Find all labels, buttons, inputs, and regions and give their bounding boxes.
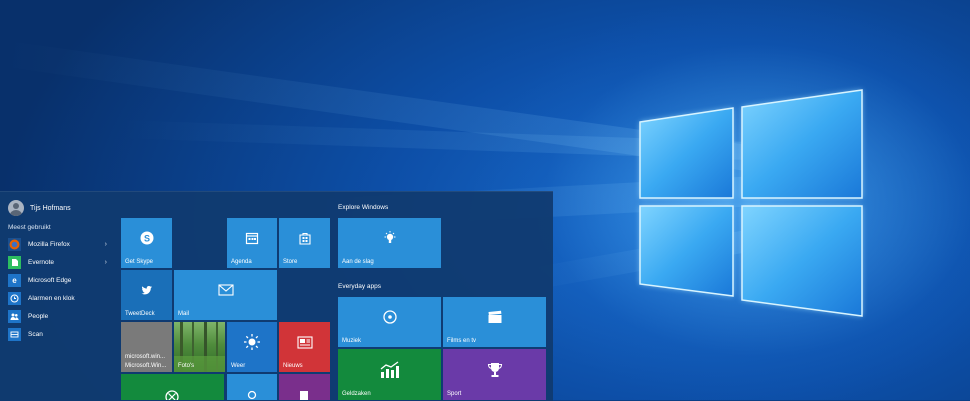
xbox-icon (165, 390, 179, 400)
tile-label: microsoft.win... (125, 354, 166, 360)
tile-weer[interactable]: Weer (227, 322, 277, 372)
people-icon (8, 309, 21, 323)
tile-label: Agenda (231, 259, 252, 265)
tile-aan-de-slag[interactable]: Aan de slag (338, 218, 441, 268)
sun-icon (227, 322, 277, 362)
music-disc-icon (338, 297, 441, 337)
tile-label: Get Skype (125, 259, 154, 265)
app-item-microsoft-edge[interactable]: e Microsoft Edge (8, 271, 113, 289)
svg-text:S: S (143, 234, 149, 244)
news-icon (279, 322, 330, 362)
tile-store[interactable]: Store (279, 218, 330, 268)
tile-tweetdeck[interactable]: TweetDeck (121, 270, 172, 320)
tile-mail[interactable]: Mail (174, 270, 277, 320)
scan-icon (8, 327, 21, 341)
tile-label: Muziek (342, 338, 362, 344)
tile-label: Microsoft.Win... (125, 363, 167, 369)
lightbulb-icon (338, 218, 441, 258)
trophy-icon (443, 349, 546, 390)
app-item-label: Alarmen en klok (28, 294, 75, 302)
tile-xbox[interactable] (121, 374, 224, 400)
app-item-label: Microsoft Edge (28, 276, 72, 284)
tile-label: Foto's (178, 363, 195, 369)
most-used-app-list: Mozilla Firefox › Evernote › e Microsoft… (8, 235, 113, 343)
tile-onenote[interactable] (279, 374, 330, 400)
tile-sport[interactable]: Sport (443, 349, 546, 400)
everyday-apps-heading: Everyday apps (338, 283, 381, 290)
tile-label: Aan de slag (342, 259, 374, 265)
evernote-icon (8, 255, 21, 269)
chevron-right-icon[interactable]: › (105, 241, 107, 248)
explore-windows-heading: Explore Windows (338, 204, 389, 211)
chevron-right-icon[interactable]: › (105, 259, 107, 266)
tile-nieuws[interactable]: Nieuws (279, 322, 330, 372)
firefox-icon (8, 237, 21, 251)
user-account-button[interactable]: Tijs Hofmans (8, 199, 71, 217)
tile-label: Nieuws (283, 363, 303, 369)
app-item-label: Mozilla Firefox (28, 240, 70, 248)
skype-icon: S (121, 218, 172, 258)
app-item-label: People (28, 312, 49, 320)
finance-chart-icon (338, 349, 441, 390)
tile-muziek[interactable]: Muziek (338, 297, 441, 347)
twitter-bird-icon (121, 270, 172, 310)
user-name: Tijs Hofmans (30, 204, 71, 212)
tile-label: Sport (447, 391, 462, 397)
tile-geldzaken[interactable]: Geldzaken (338, 349, 441, 400)
tile-label: Mail (178, 311, 190, 317)
tile-agenda[interactable]: Agenda (227, 218, 277, 268)
user-avatar-icon (8, 200, 24, 216)
tile-label: Store (283, 259, 298, 265)
tile-get-skype[interactable]: S Get Skype (121, 218, 172, 268)
tile-microsoft-windows-app[interactable]: microsoft.win... Microsoft.Win... (121, 322, 172, 372)
tile-label: TweetDeck (125, 311, 155, 317)
tile-label: Weer (231, 363, 246, 369)
app-item-alarms[interactable]: Alarmen en klok (8, 289, 113, 307)
edge-icon: e (8, 273, 21, 287)
tile-fotos[interactable]: Foto's (174, 322, 225, 372)
tile-label: Films en tv (447, 338, 477, 344)
onenote-icon (300, 391, 308, 400)
clapperboard-icon (443, 297, 546, 337)
app-item-firefox[interactable]: Mozilla Firefox › (8, 235, 113, 253)
mail-envelope-icon (174, 270, 277, 310)
store-bag-icon (279, 218, 330, 258)
app-item-label: Scan (28, 330, 43, 338)
app-item-evernote[interactable]: Evernote › (8, 253, 113, 271)
app-item-people[interactable]: People (8, 307, 113, 325)
app-item-label: Evernote (28, 258, 55, 266)
most-used-heading: Meest gebruikt (8, 224, 51, 231)
calendar-icon (227, 218, 277, 258)
tile-label: Geldzaken (342, 391, 371, 397)
tile-films-en-tv[interactable]: Films en tv (443, 297, 546, 347)
alarm-clock-icon (8, 291, 21, 305)
tile-maps[interactable] (227, 374, 277, 400)
map-pin-icon (247, 390, 257, 400)
app-item-scan[interactable]: Scan (8, 325, 113, 343)
